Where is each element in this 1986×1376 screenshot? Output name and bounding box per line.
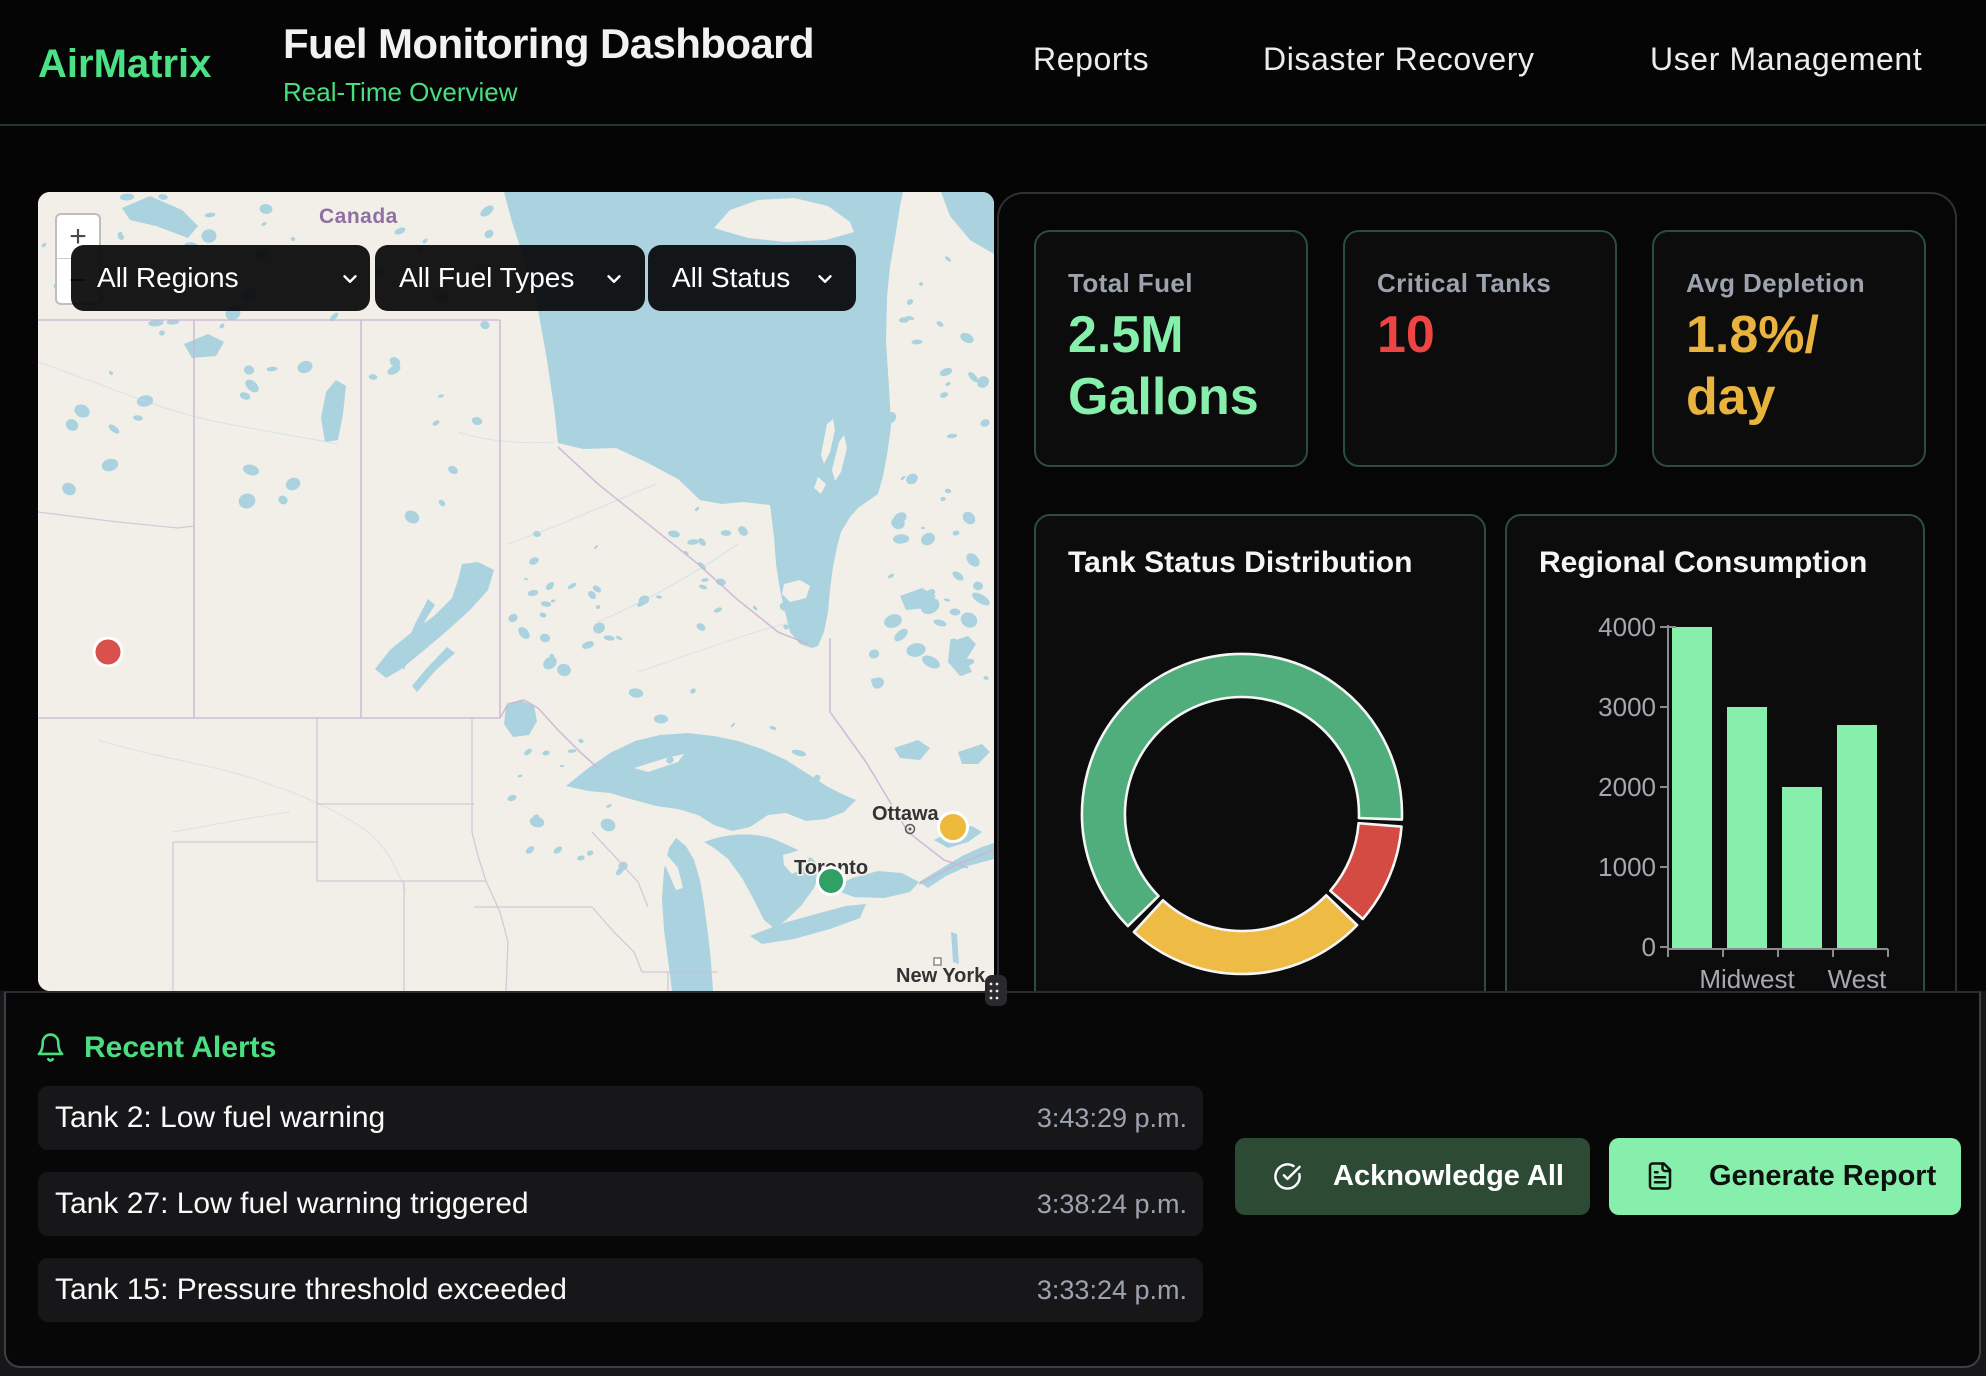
svg-text:Midwest: Midwest — [1699, 964, 1795, 991]
svg-text:0: 0 — [1642, 932, 1656, 962]
svg-text:Ottawa: Ottawa — [872, 803, 940, 825]
svg-text:2000: 2000 — [1598, 772, 1656, 802]
svg-text:Canada: Canada — [319, 205, 398, 228]
svg-text:New York: New York — [896, 965, 986, 987]
svg-text:West: West — [1828, 964, 1888, 991]
svg-text:1000: 1000 — [1598, 852, 1656, 882]
svg-text:3000: 3000 — [1598, 692, 1656, 722]
svg-text:4000: 4000 — [1598, 612, 1656, 642]
